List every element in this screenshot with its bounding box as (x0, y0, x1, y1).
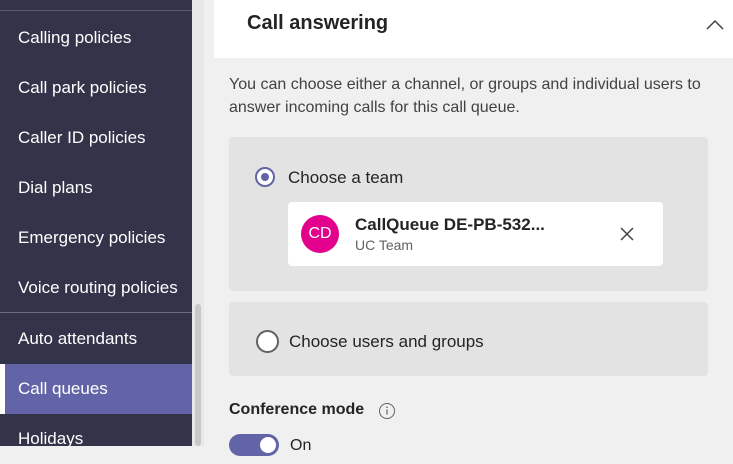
sidebar-section-divider (0, 312, 192, 313)
section-header: Call answering (214, 0, 733, 58)
sidebar-item-call-queues[interactable]: Call queues (0, 364, 192, 414)
sidebar-item-auto-attendants[interactable]: Auto attendants (0, 314, 192, 364)
scrollbar-thumb[interactable] (195, 304, 201, 446)
choose-team-label: Choose a team (288, 168, 404, 187)
selected-team-card: CD CallQueue DE-PB-532... UC Team (288, 202, 663, 266)
sidebar-item-holidays[interactable]: Holidays (0, 414, 192, 464)
close-icon[interactable] (619, 226, 635, 242)
info-icon[interactable] (378, 402, 396, 420)
chevron-up-icon[interactable] (704, 14, 726, 36)
team-name: CallQueue DE-PB-532... (355, 215, 545, 234)
team-subtitle: UC Team (355, 237, 414, 253)
main-content: Call answering You can choose either a c… (204, 0, 733, 456)
sidebar-item-call-park-policies[interactable]: Call park policies (0, 63, 192, 113)
conference-mode-toggle-label: On (290, 437, 312, 454)
sidebar-item-voice-routing-policies[interactable]: Voice routing policies (0, 263, 192, 313)
choose-users-option[interactable]: Choose users and groups (229, 302, 708, 376)
sidebar-item-caller-id-policies[interactable]: Caller ID policies (0, 113, 192, 163)
choose-users-label: Choose users and groups (289, 332, 484, 351)
section-description: You can choose either a channel, or grou… (229, 76, 701, 116)
conference-mode-label: Conference mode (229, 401, 365, 418)
choose-team-radio[interactable] (255, 167, 275, 187)
choose-users-radio[interactable] (256, 330, 279, 353)
avatar: CD (301, 215, 339, 253)
sidebar-item-emergency-policies[interactable]: Emergency policies (0, 213, 192, 263)
sidebar-divider (0, 10, 192, 11)
choose-team-option[interactable]: Choose a team CD CallQueue DE-PB-532... … (229, 137, 708, 291)
sidebar-item-calling-policies[interactable]: Calling policies (0, 13, 192, 63)
sidebar-nav: Calling policies Call park policies Call… (0, 0, 192, 448)
section-title: Call answering (247, 12, 389, 34)
sidebar-item-dial-plans[interactable]: Dial plans (0, 163, 192, 213)
conference-mode-toggle[interactable] (229, 434, 279, 456)
